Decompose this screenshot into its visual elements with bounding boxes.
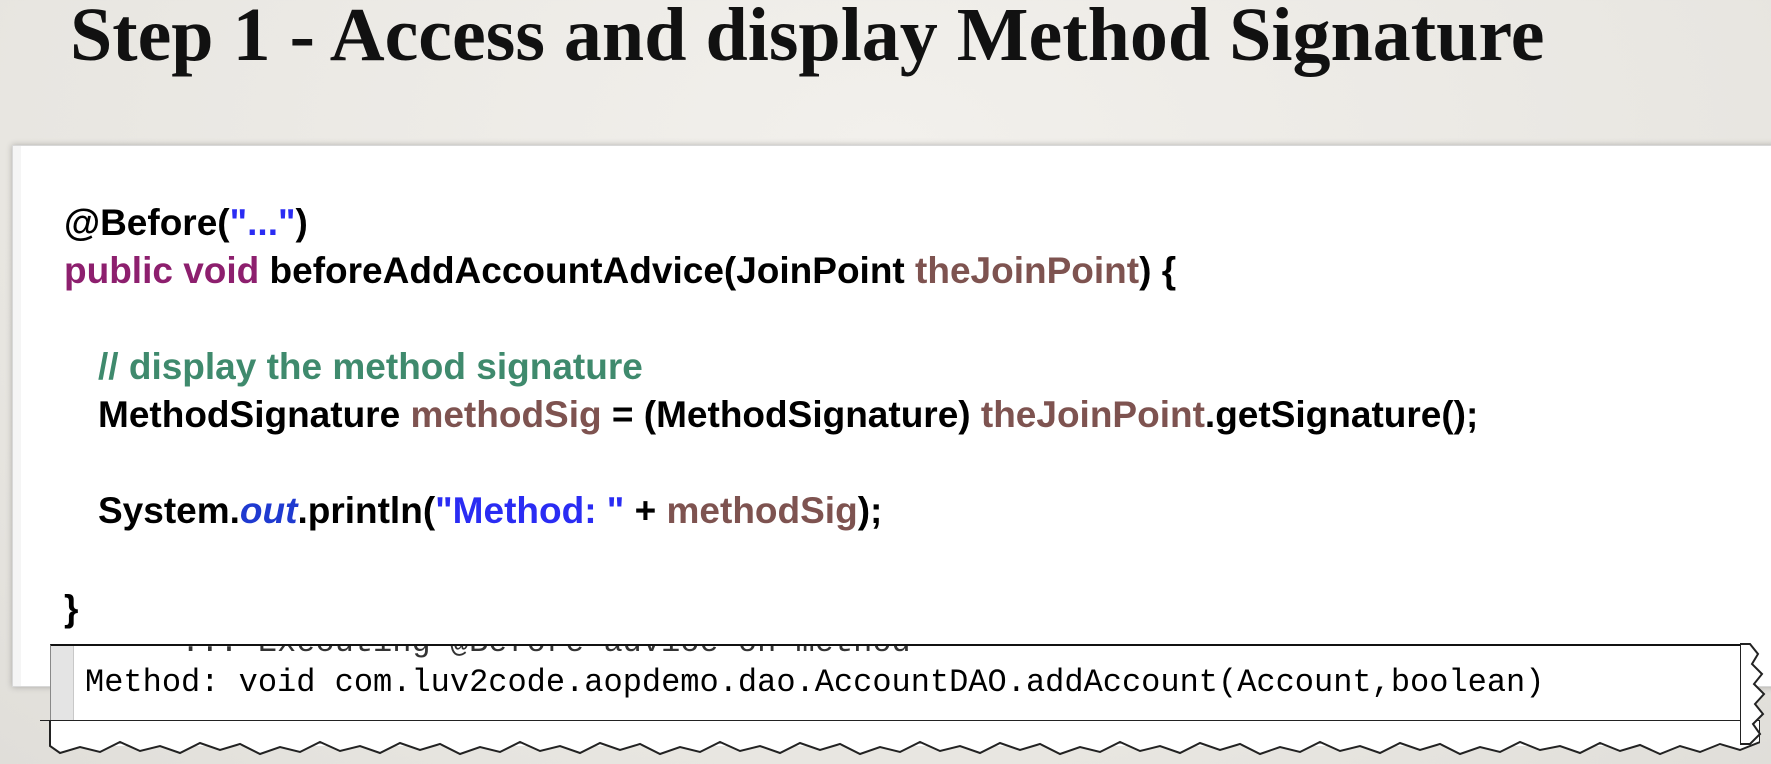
code-line-annotation: @Before("...") — [64, 202, 308, 244]
code-line-method-signature: MethodSignature methodSig = (MethodSigna… — [98, 394, 1478, 436]
code-line-method-declaration: public void beforeAddAccountAdvice(JoinP… — [64, 250, 1176, 292]
code-line-close-brace: } — [64, 588, 78, 630]
closing-brace: } — [64, 588, 79, 629]
var-methodsig: methodSig — [410, 394, 602, 435]
code-line-println: System.out.println("Method: " + methodSi… — [98, 490, 882, 532]
println-close: ); — [857, 490, 883, 531]
cast-expression: = (MethodSignature) — [601, 394, 981, 435]
torn-edge-right — [1740, 643, 1766, 745]
code-comment: // display the method signature — [98, 346, 643, 387]
annotation-close: ) — [295, 202, 308, 243]
out-field: out — [239, 490, 298, 531]
method-open-brace: ) { — [1139, 250, 1177, 291]
param-thejoinpoint: theJoinPoint — [915, 250, 1140, 291]
method-name: beforeAddAccountAdvice(JoinPoint — [259, 250, 916, 291]
plus-operator: + — [624, 490, 667, 531]
println-var-methodsig: methodSig — [666, 490, 858, 531]
code-line-comment: // display the method signature — [98, 346, 643, 388]
annotation-text: @Before( — [64, 202, 230, 243]
println-string: "Method: " — [435, 490, 625, 531]
system-class: System. — [98, 490, 240, 531]
var-thejoinpoint: theJoinPoint — [980, 394, 1205, 435]
torn-edge-bottom — [40, 720, 1760, 756]
keyword-public-void: public void — [64, 250, 260, 291]
println-call: .println( — [297, 490, 436, 531]
console-output-line: Method: void com.luv2code.aopdemo.dao.Ac… — [85, 664, 1545, 701]
type-methodsignature: MethodSignature — [98, 394, 411, 435]
get-signature-call: .getSignature(); — [1204, 394, 1479, 435]
annotation-string: "..." — [229, 202, 296, 243]
slide-title: Step 1 - Access and display Method Signa… — [70, 0, 1545, 77]
